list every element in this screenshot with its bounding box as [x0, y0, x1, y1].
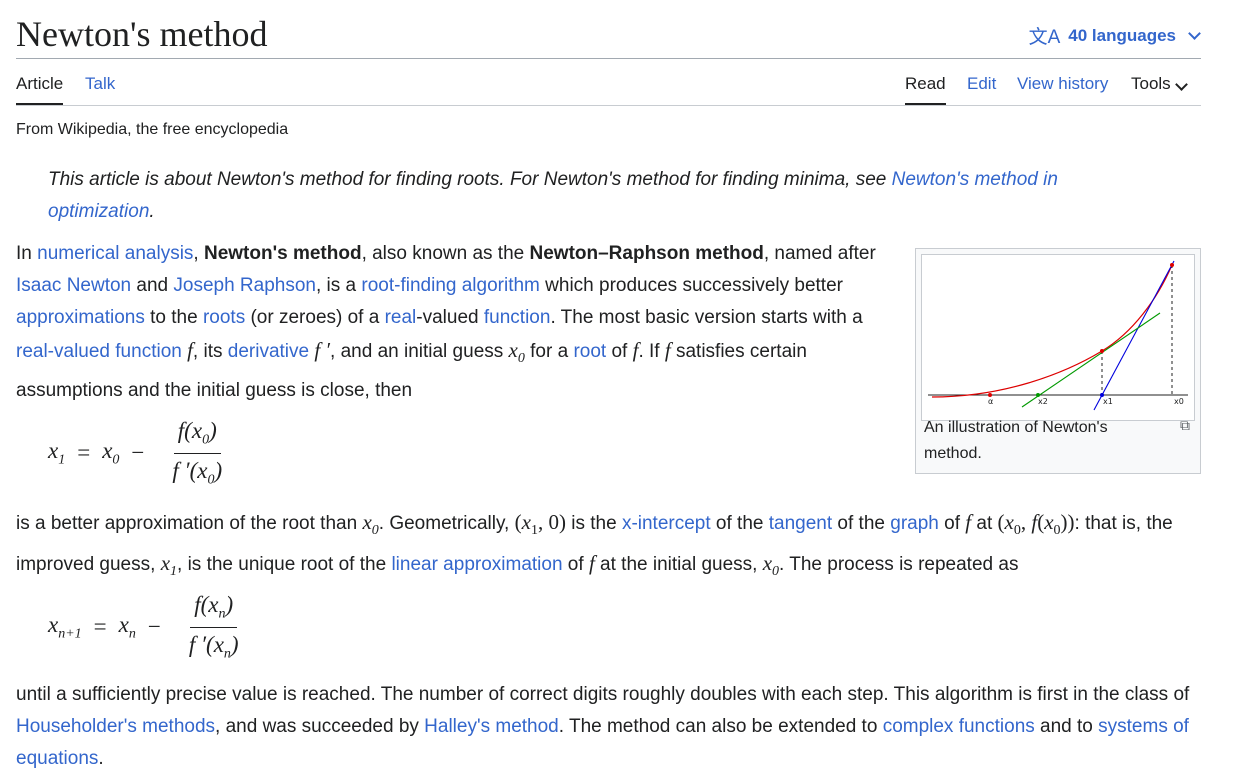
hatnote: This article is about Newton's method fo…	[48, 164, 1148, 228]
equation-iteration: xn+1 = xn − f(xn) f ′(xn)	[48, 592, 239, 662]
tools-menu[interactable]: Tools	[1131, 74, 1188, 94]
bold-newton-raphson: Newton–Raphson method	[529, 243, 764, 264]
title-bar: Newton's method 文A 40 languages	[16, 10, 1201, 59]
link-halleys-method[interactable]: Halley's method	[424, 716, 559, 737]
page-title: Newton's method	[16, 14, 268, 54]
tab-edit[interactable]: Edit	[967, 74, 996, 94]
link-complex-functions[interactable]: complex functions	[883, 716, 1035, 737]
link-derivative[interactable]: derivative	[228, 341, 309, 362]
math-x0: x0	[362, 510, 379, 539]
link-roots[interactable]: roots	[203, 307, 245, 328]
equation-x1: x1 = x0− f(x0) f ′(x0)	[48, 418, 223, 488]
link-root-finding-algorithm[interactable]: root-finding algorithm	[361, 275, 539, 296]
link-function[interactable]: function	[484, 307, 551, 328]
tangent-x1	[1021, 312, 1161, 408]
math-f-prime: f ′	[309, 338, 331, 362]
bold-newtons-method: Newton's method	[203, 243, 362, 264]
tab-view-history[interactable]: View history	[1017, 74, 1108, 94]
illustration-svg: α x2 x1 x0	[928, 260, 1188, 411]
tab-talk[interactable]: Talk	[85, 74, 115, 94]
link-root[interactable]: root	[573, 341, 606, 362]
hatnote-end: .	[149, 201, 155, 222]
math-x0: x0	[762, 551, 780, 580]
math-f: f	[181, 338, 193, 362]
chevron-down-icon	[1188, 27, 1201, 40]
link-real-valued-function[interactable]: real-valued function	[16, 341, 182, 362]
figure-caption: An illustration of Newton's method.	[924, 419, 1108, 462]
link-householders-methods[interactable]: Householder's methods	[16, 716, 215, 737]
newton-method-illustration[interactable]: α x2 x1 x0	[921, 254, 1195, 421]
tangent-x0	[1093, 260, 1175, 411]
article-page: Newton's method 文A 40 languages Article …	[0, 0, 1236, 773]
languages-label: 40 languages	[1068, 25, 1176, 45]
hatnote-text: This article is about Newton's method fo…	[48, 169, 892, 190]
languages-button[interactable]: 文A 40 languages	[1029, 22, 1201, 49]
label-x2: x2	[1038, 397, 1048, 406]
paragraph-geometric: is a better approximation of the root th…	[16, 510, 1173, 580]
page-tabs: Article Talk Read Edit View history Tool…	[16, 59, 1201, 106]
link-real[interactable]: real	[385, 307, 417, 328]
math-point-x1-0: (x1, 0)	[514, 510, 566, 539]
translate-icon: 文A	[1028, 27, 1061, 48]
link-graph[interactable]: graph	[890, 513, 939, 534]
link-isaac-newton[interactable]: Isaac Newton	[16, 275, 131, 296]
intro-paragraph: In numerical analysis, Newton's method, …	[16, 243, 876, 402]
link-linear-approximation[interactable]: linear approximation	[391, 554, 562, 575]
enlarge-icon[interactable]: ⧉	[1180, 417, 1190, 434]
point-x0	[1170, 263, 1174, 267]
site-tagline: From Wikipedia, the free encyclopedia	[16, 121, 289, 138]
label-x0: x0	[1174, 397, 1184, 406]
link-numerical-analysis[interactable]: numerical analysis	[37, 243, 193, 264]
tools-label: Tools	[1131, 74, 1171, 93]
newton-method-figure: α x2 x1 x0 An illustration of Newton's m…	[915, 248, 1201, 474]
chevron-down-icon	[1174, 78, 1188, 91]
link-approximations[interactable]: approximations	[16, 307, 145, 328]
label-x1: x1	[1103, 397, 1113, 406]
link-tangent[interactable]: tangent	[769, 513, 832, 534]
label-alpha: α	[988, 397, 993, 406]
math-point-x0-fx0: (x0, f(x0))	[997, 510, 1075, 539]
link-joseph-raphson[interactable]: Joseph Raphson	[173, 275, 316, 296]
link-x-intercept[interactable]: x-intercept	[622, 513, 711, 534]
paragraph-convergence: until a sufficiently precise value is re…	[16, 684, 1190, 769]
tab-read[interactable]: Read	[905, 74, 946, 105]
tab-article[interactable]: Article	[16, 74, 64, 105]
math-x0: x0	[508, 338, 525, 367]
point-x1	[1100, 349, 1104, 353]
math-x1: x1	[160, 551, 178, 580]
